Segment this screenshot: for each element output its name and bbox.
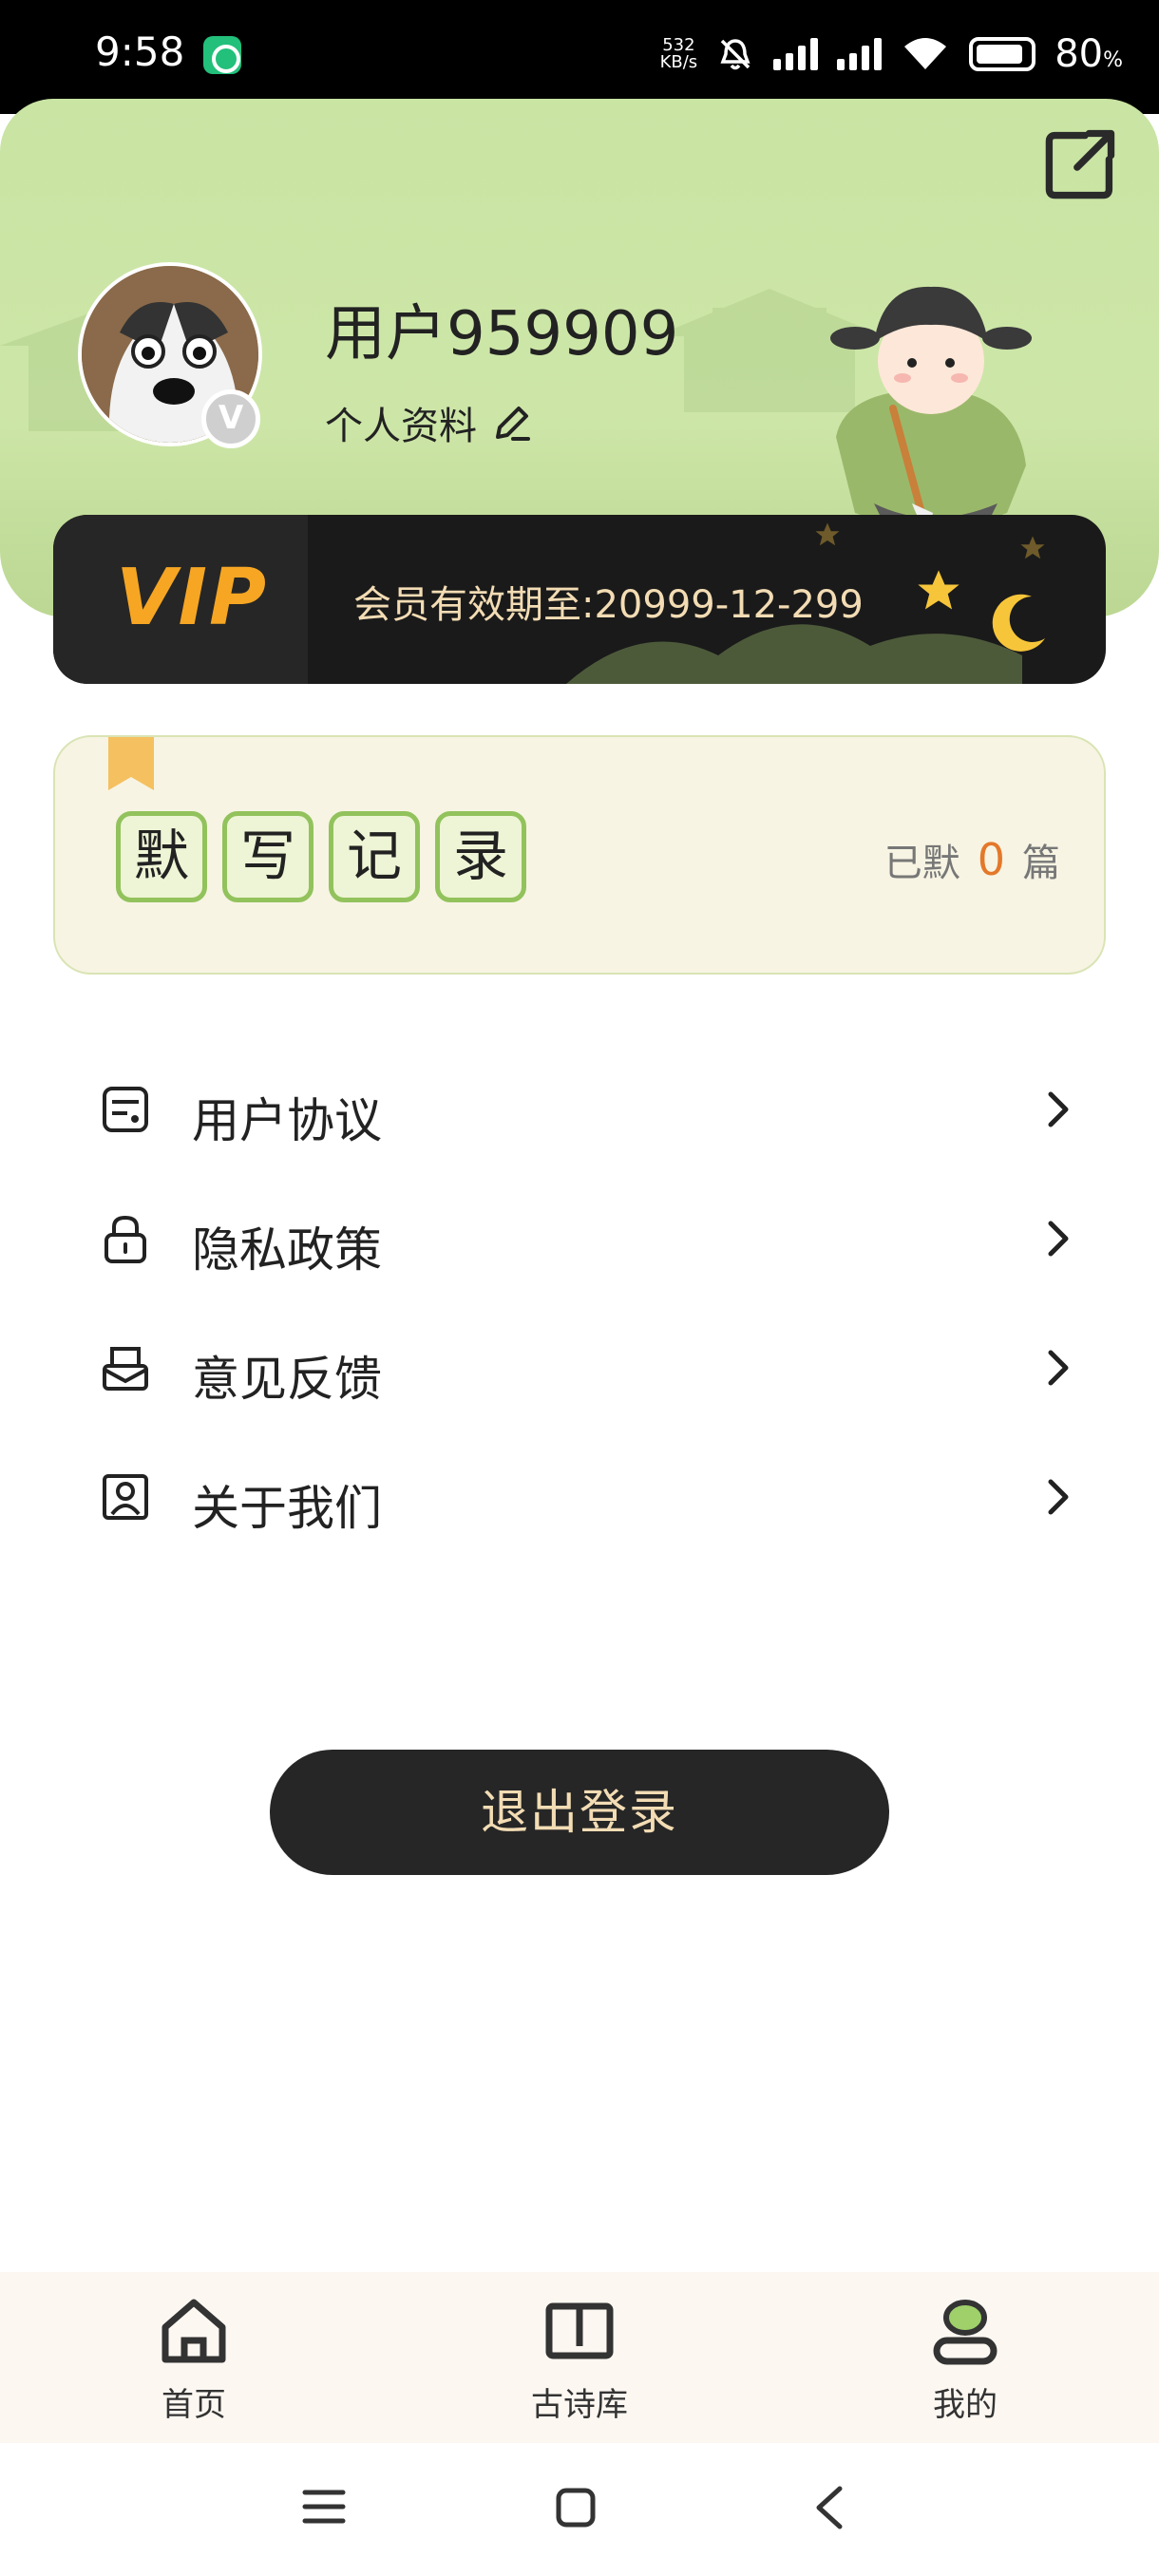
wifi-icon bbox=[904, 38, 947, 69]
share-icon[interactable] bbox=[1041, 123, 1121, 203]
title-char-tile: 写 bbox=[222, 811, 314, 902]
person-card-icon bbox=[103, 1474, 148, 1520]
home-icon bbox=[162, 2299, 226, 2363]
signal-icon-2 bbox=[837, 38, 883, 70]
status-bar: 9:58 532 KB/s 80% bbox=[0, 0, 1159, 114]
vip-logo: VIP bbox=[116, 553, 269, 643]
mute-bell-icon bbox=[720, 39, 750, 70]
book-icon bbox=[545, 2302, 614, 2359]
star-icon bbox=[918, 570, 960, 610]
signal-icon-1 bbox=[773, 38, 819, 70]
lock-icon bbox=[104, 1215, 146, 1263]
edit-profile-label: 个人资料 bbox=[325, 405, 477, 448]
dictation-record-title: 默 写 记 录 bbox=[116, 811, 526, 902]
system-navigation-bar bbox=[0, 2443, 1159, 2576]
tab-poem-library[interactable]: 古诗库 bbox=[484, 2293, 674, 2425]
title-char-tile: 默 bbox=[116, 811, 207, 902]
menu-nav-icon[interactable] bbox=[302, 2485, 346, 2529]
logout-button[interactable]: 退出登录 bbox=[270, 1750, 889, 1875]
bookmark-ribbon-icon bbox=[108, 737, 154, 790]
count-prefix: 已默 bbox=[884, 842, 960, 885]
count-value: 0 bbox=[977, 834, 1005, 885]
bottom-tab-bar: 首页 古诗库 我的 bbox=[0, 2272, 1159, 2443]
feedback-mailbox-icon bbox=[103, 1347, 148, 1391]
document-icon bbox=[103, 1087, 148, 1132]
chevron-right-icon bbox=[1048, 1091, 1069, 1127]
clock: 9:58 bbox=[95, 28, 185, 75]
menu-item-label: 隐私政策 bbox=[192, 1222, 382, 1278]
menu-item-label: 意见反馈 bbox=[192, 1352, 382, 1407]
menu-item-privacy-policy[interactable]: 隐私政策 bbox=[0, 1174, 1159, 1303]
chevron-right-icon bbox=[1048, 1350, 1069, 1386]
username: 用户959909 bbox=[325, 299, 679, 369]
profile-icon bbox=[933, 2300, 998, 2365]
battery-percent: 80% bbox=[1054, 32, 1123, 76]
tab-label: 古诗库 bbox=[531, 2386, 628, 2424]
small-star-icon bbox=[1020, 536, 1045, 559]
back-nav-icon[interactable] bbox=[811, 2485, 849, 2530]
title-char-tile: 记 bbox=[329, 811, 420, 902]
tab-mine[interactable]: 我的 bbox=[870, 2293, 1060, 2425]
dictation-record-card[interactable]: 默 写 记 录 已默 0 篇 bbox=[53, 735, 1106, 975]
tab-label: 我的 bbox=[933, 2386, 998, 2424]
menu-item-feedback[interactable]: 意见反馈 bbox=[0, 1303, 1159, 1432]
scholar-mascot-illustration bbox=[830, 286, 1032, 535]
dictation-count: 已默 0 篇 bbox=[884, 832, 1060, 887]
home-nav-icon[interactable] bbox=[555, 2487, 597, 2529]
menu-item-label: 关于我们 bbox=[192, 1481, 382, 1536]
pencil-icon bbox=[496, 407, 530, 441]
tab-home[interactable]: 首页 bbox=[99, 2293, 289, 2425]
menu-item-about-us[interactable]: 关于我们 bbox=[0, 1432, 1159, 1562]
menu-item-user-agreement[interactable]: 用户协议 bbox=[0, 1045, 1159, 1174]
menu-item-label: 用户协议 bbox=[192, 1093, 382, 1148]
settings-menu: 用户协议 隐私政策 意见反馈 关于我们 bbox=[0, 1045, 1159, 1562]
moon-icon bbox=[992, 594, 1045, 652]
tab-label: 首页 bbox=[162, 2386, 226, 2424]
small-star-icon bbox=[815, 522, 840, 546]
chevron-right-icon bbox=[1048, 1479, 1069, 1515]
edit-profile-link[interactable]: 个人资料 bbox=[325, 395, 534, 450]
verified-badge: V bbox=[201, 389, 260, 448]
battery-icon bbox=[969, 37, 1036, 71]
app-notification-icon bbox=[203, 36, 241, 74]
network-speed: 532 KB/s bbox=[659, 35, 698, 72]
vip-membership-card[interactable]: VIP 会员有效期至:20999-12-299 bbox=[53, 515, 1106, 684]
count-suffix: 篇 bbox=[1022, 842, 1060, 885]
status-icons: 532 KB/s 80% bbox=[660, 32, 1123, 76]
chevron-right-icon bbox=[1048, 1221, 1069, 1257]
title-char-tile: 录 bbox=[435, 811, 526, 902]
